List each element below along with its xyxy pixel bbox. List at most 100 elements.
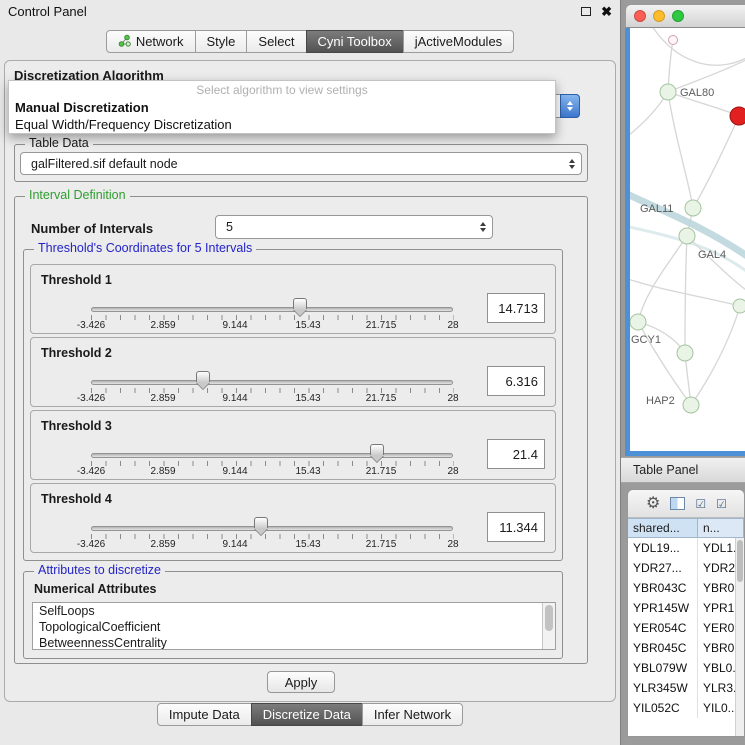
dropdown-prompt: Select algorithm to view settings <box>9 81 555 99</box>
table-data-combo-value: galFiltered.sif default node <box>31 157 178 171</box>
scale-tick-label: -3.426 <box>77 393 105 404</box>
cell-shared-name: YBR043C <box>628 578 698 598</box>
column-header-name[interactable]: n... <box>698 518 744 538</box>
threshold-value-field[interactable]: 6.316 <box>487 366 545 396</box>
zoom-traffic-light-icon[interactable] <box>672 10 684 22</box>
tab-cyni-toolbox[interactable]: Cyni Toolbox <box>306 30 404 53</box>
combo-arrows-icon[interactable] <box>569 159 575 169</box>
scale-tick-label: 15.43 <box>295 466 320 477</box>
list-scrollbar[interactable] <box>542 603 555 649</box>
float-window-icon[interactable] <box>581 7 591 16</box>
network-node-gal4[interactable] <box>679 228 695 244</box>
slider-track[interactable] <box>91 380 453 385</box>
table-row[interactable]: YDR27... YDR2... <box>628 558 744 578</box>
table-row[interactable]: YDL19... YDL1... <box>628 538 744 558</box>
scrollbar-thumb[interactable] <box>737 540 743 582</box>
apply-button[interactable]: Apply <box>267 671 335 693</box>
threshold-value-field[interactable]: 21.4 <box>487 439 545 469</box>
tab-select[interactable]: Select <box>246 30 306 53</box>
cell-shared-name: YBR045C <box>628 638 698 658</box>
column-header-shared-name[interactable]: shared... <box>628 518 698 538</box>
slider-track[interactable] <box>91 526 453 531</box>
table-data-combo[interactable]: galFiltered.sif default node <box>20 152 582 175</box>
slider-thumb[interactable] <box>370 444 384 462</box>
network-node[interactable] <box>669 36 678 45</box>
list-item[interactable]: SelfLoops <box>33 603 555 619</box>
checkbox-select-icon[interactable]: ☑ <box>716 498 727 510</box>
scale-tick-label: -3.426 <box>77 539 105 550</box>
table-row[interactable]: YBR045C YBR0... <box>628 638 744 658</box>
minimize-traffic-light-icon[interactable] <box>653 10 665 22</box>
cell-shared-name: YBL079W <box>628 658 698 678</box>
table-row[interactable]: YLR345W YLR3... <box>628 678 744 698</box>
slider-track[interactable] <box>91 453 453 458</box>
scale-tick-label: 2.859 <box>150 539 175 550</box>
table-row[interactable]: YBL079W YBL0... <box>628 658 744 678</box>
close-icon[interactable]: ✖ <box>601 5 612 18</box>
tab-label: Impute Data <box>169 707 240 722</box>
network-node[interactable] <box>677 345 693 361</box>
table-row[interactable]: YBR043C YBR0... <box>628 578 744 598</box>
dropdown-option-equal-width-frequency[interactable]: Equal Width/Frequency Discretization <box>9 116 555 133</box>
checkbox-select-all-icon[interactable]: ☑ <box>695 498 706 510</box>
network-node-gal11[interactable] <box>685 200 701 216</box>
tab-network[interactable]: Network <box>106 30 196 53</box>
scale-tick-label: 9.144 <box>222 320 247 331</box>
slider-thumb[interactable] <box>293 298 307 316</box>
scale-tick-label: 28 <box>447 539 458 550</box>
slider-track[interactable] <box>91 307 453 312</box>
table-row[interactable]: YER054C YER0... <box>628 618 744 638</box>
threshold-label: Threshold 2 <box>41 346 112 360</box>
tab-label: Discretize Data <box>263 707 351 722</box>
cell-shared-name: YIL052C <box>628 698 698 718</box>
threshold-4-panel: Threshold 4 -3.426 2.859 9.144 15.43 21.… <box>30 483 556 553</box>
list-item[interactable]: TopologicalCoefficient <box>33 619 555 635</box>
network-node[interactable] <box>733 299 745 313</box>
cell-shared-name: YDR27... <box>628 558 698 578</box>
tab-jactivemodules[interactable]: jActiveModules <box>403 30 514 53</box>
threshold-label: Threshold 1 <box>41 273 112 287</box>
threshold-1-panel: Threshold 1 -3.426 2.859 9.144 15.43 21.… <box>30 264 556 334</box>
slider-thumb[interactable] <box>196 371 210 389</box>
table-data-group: Table Data galFiltered.sif default node <box>14 144 588 182</box>
scale-tick-label: 9.144 <box>222 466 247 477</box>
table-row[interactable]: YPR145W YPR1... <box>628 598 744 618</box>
table-panel-dock-header: Table Panel <box>621 457 745 483</box>
cell-shared-name: YDL19... <box>628 538 698 558</box>
network-node-selected-red[interactable] <box>730 107 745 125</box>
network-node-gcy1[interactable] <box>630 314 646 330</box>
table-scrollbar[interactable] <box>735 538 744 736</box>
network-node-hap2[interactable] <box>683 397 699 413</box>
combo-arrows-icon[interactable] <box>560 94 580 118</box>
threshold-3-panel: Threshold 3 -3.426 2.859 9.144 15.43 21.… <box>30 410 556 480</box>
tab-infer-network[interactable]: Infer Network <box>362 703 463 726</box>
close-traffic-light-icon[interactable] <box>634 10 646 22</box>
threshold-2-panel: Threshold 2 -3.426 2.859 9.144 15.43 21.… <box>30 337 556 407</box>
tab-label: Infer Network <box>374 707 451 722</box>
slider-thumb[interactable] <box>254 517 268 535</box>
number-of-intervals-combo[interactable]: 5 <box>215 215 493 239</box>
threshold-value-field[interactable]: 11.344 <box>487 512 545 542</box>
network-node-gal80[interactable] <box>660 84 676 100</box>
combo-arrows-icon[interactable] <box>480 222 486 232</box>
scale-tick-label: 28 <box>447 320 458 331</box>
list-item[interactable]: BetweennessCentrality <box>33 635 555 650</box>
gear-icon[interactable]: ⚙ <box>646 496 660 512</box>
tab-style[interactable]: Style <box>195 30 248 53</box>
scrollbar-thumb[interactable] <box>545 605 553 631</box>
attributes-listbox: SelfLoops TopologicalCoefficient Between… <box>32 602 556 650</box>
table-panel-window: ⚙ ☑ ☑ shared... n... YDL19... YDL1... YD… <box>627 489 745 737</box>
slider-ticks <box>91 534 454 539</box>
scale-tick-label: 21.715 <box>366 466 397 477</box>
dropdown-option-manual-discretization[interactable]: Manual Discretization <box>9 99 555 116</box>
tab-label: Select <box>258 34 294 49</box>
table-row[interactable]: YIL052C YIL0... <box>628 698 744 718</box>
scale-tick-label: -3.426 <box>77 320 105 331</box>
tab-label: Cyni Toolbox <box>318 34 392 49</box>
tab-impute-data[interactable]: Impute Data <box>157 703 252 726</box>
scale-tick-label: 2.859 <box>150 466 175 477</box>
tab-discretize-data[interactable]: Discretize Data <box>251 703 363 726</box>
columns-icon[interactable] <box>670 497 685 510</box>
threshold-value-field[interactable]: 14.713 <box>487 293 545 323</box>
network-canvas[interactable]: GAL80 GAL11 GAL4 GCY1 HAP2 <box>625 28 745 456</box>
